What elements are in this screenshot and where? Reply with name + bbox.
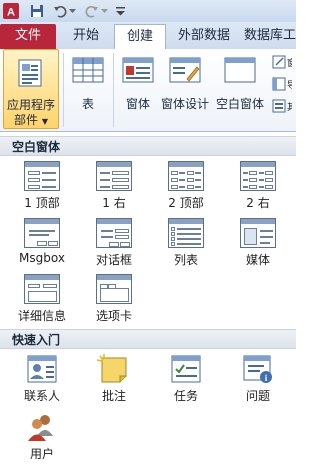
gallery-item-label: 列表 [173,253,198,267]
svg-text:其: 其 [287,102,292,112]
comments-icon [96,354,130,387]
gallery-item-label: 问题 [245,389,270,403]
gallery-item-label: 详细信息 [17,309,66,323]
blank-form-label: 空白窗体 [215,97,264,111]
form-template-icon [24,274,60,304]
form-template-icon [168,161,204,191]
gallery-item-label: 选项卡 [95,309,132,323]
chevron-down-icon: ▼ [41,117,48,126]
gallery-item-label: 联系人 [23,389,60,403]
gallery-item-1-top[interactable]: 1 顶部 [8,161,76,215]
form-template-icon [96,274,132,304]
gallery-item-label: 2 顶部 [168,196,204,210]
svg-text:A: A [7,7,15,19]
app-parts-label-2: 部件 ▼ [4,111,58,128]
redo-dropdown-icon[interactable] [100,3,108,19]
table-button[interactable]: 表 [68,49,108,129]
gallery-item-media[interactable]: 媒体 [224,218,292,272]
more-forms-small-icon[interactable]: 其 [272,99,296,115]
app-parts-button[interactable]: 应用程序 部件 ▼ [3,49,59,129]
app-parts-label-text: 部件 [14,113,39,127]
save-icon[interactable] [29,3,45,19]
form-template-icon [24,218,60,248]
form-template-icon [240,161,276,191]
users-icon [26,412,58,445]
app-parts-icon [17,58,45,91]
issues-icon: i [242,354,274,387]
gallery-item-2-right[interactable]: 2 右 [224,161,292,215]
access-logo-icon[interactable]: A [2,3,20,19]
media-placeholder [244,228,257,245]
tab-external-data[interactable]: 外部数据 [170,24,238,48]
form-template-icon [240,218,276,248]
undo-icon[interactable] [52,3,68,19]
blank-form-button[interactable]: 空白窗体 [212,49,268,129]
tab-file[interactable]: 文件 [0,24,56,49]
form-design-label: 窗体设计 [160,97,209,111]
app-parts-gallery: 空白窗体 1 顶部 1 右 2 顶部 2 右 Msgbox 对话框 列表 媒体 … [0,131,296,462]
gallery-item-label: Msgbox [19,251,65,265]
svg-text:导: 导 [287,80,292,90]
redo-icon[interactable] [84,3,100,19]
form-wizard-small-icon[interactable]: 窗 [272,55,296,71]
blank-form-icon [224,57,256,86]
detail-subform [28,291,57,302]
tab-home[interactable]: 开始 [62,24,110,48]
svg-text:窗: 窗 [287,57,292,68]
gallery-item-label: 用户 [29,447,54,461]
customize-toolbar-icon[interactable] [114,3,126,19]
gallery-item-label: 1 右 [102,196,126,210]
form-icon [122,57,154,86]
form-template-icon [168,218,204,248]
form-button[interactable]: 窗体 [118,49,158,129]
form-design-icon [169,57,201,86]
form-template-icon [96,161,132,191]
group-divider [113,53,114,127]
gallery-item-contacts[interactable]: 联系人 [8,354,76,408]
gallery-item-comments[interactable]: 批注 [80,354,148,408]
tab-create[interactable]: 创建 [114,24,166,51]
tab-page [100,288,129,302]
ribbon-create: 应用程序 部件 ▼ 表 窗体 窗体设计 空白窗体 窗 导 其 [0,49,296,132]
gallery-item-tabs[interactable]: 选项卡 [80,274,148,328]
undo-dropdown-icon[interactable] [68,3,76,19]
form-design-button[interactable]: 窗体设计 [158,49,212,129]
gallery-item-msgbox[interactable]: Msgbox [8,218,76,272]
gallery-item-label: 2 右 [246,196,270,210]
gallery-item-label: 媒体 [245,253,270,267]
navigation-small-icon[interactable]: 导 [272,77,296,93]
form-label: 窗体 [125,97,150,111]
gallery-item-label: 1 顶部 [24,196,60,210]
section-header-quick-start: 快速入门 [0,329,296,349]
section-header-blank-forms: 空白窗体 [0,136,296,156]
title-bar: A [0,0,296,23]
gallery-item-label: 任务 [173,389,198,403]
gallery-item-users[interactable]: 用户 [8,412,76,466]
tasks-icon [170,354,202,387]
table-label: 表 [81,97,94,111]
form-template-icon [24,161,60,191]
gallery-item-label: 批注 [101,389,126,403]
gallery-item-tasks[interactable]: 任务 [152,354,220,408]
gallery-item-details[interactable]: 详细信息 [8,274,76,328]
tab-database-tools[interactable]: 数据库工 [244,24,304,48]
group-divider [63,53,64,127]
table-icon [72,57,104,86]
ribbon-tabs: 文件 开始 创建 外部数据 数据库工 [0,22,296,51]
gallery-item-dialog[interactable]: 对话框 [80,218,148,272]
gallery-item-list[interactable]: 列表 [152,218,220,272]
gallery-item-2-top[interactable]: 2 顶部 [152,161,220,215]
form-template-icon [96,218,132,248]
gallery-item-1-right[interactable]: 1 右 [80,161,148,215]
gallery-item-label: 对话框 [95,253,132,267]
gallery-item-issues[interactable]: i 问题 [224,354,292,408]
contacts-icon [26,354,58,387]
